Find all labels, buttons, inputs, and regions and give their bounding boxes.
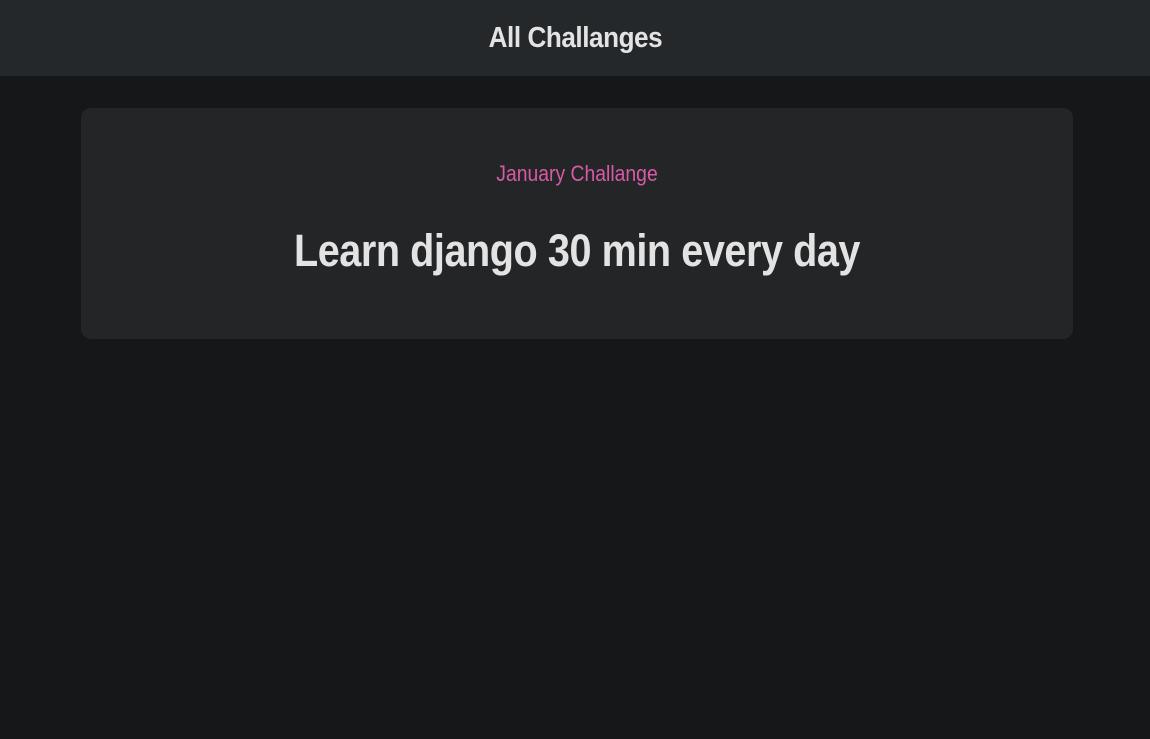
challenge-month-label: January Challange	[496, 161, 658, 186]
challenge-card: January Challange Learn django 30 min ev…	[81, 108, 1073, 339]
top-header: All Challanges	[0, 0, 1150, 76]
all-challenges-link[interactable]: All Challanges	[488, 22, 662, 55]
challenge-text: Learn django 30 min every day	[293, 225, 861, 276]
